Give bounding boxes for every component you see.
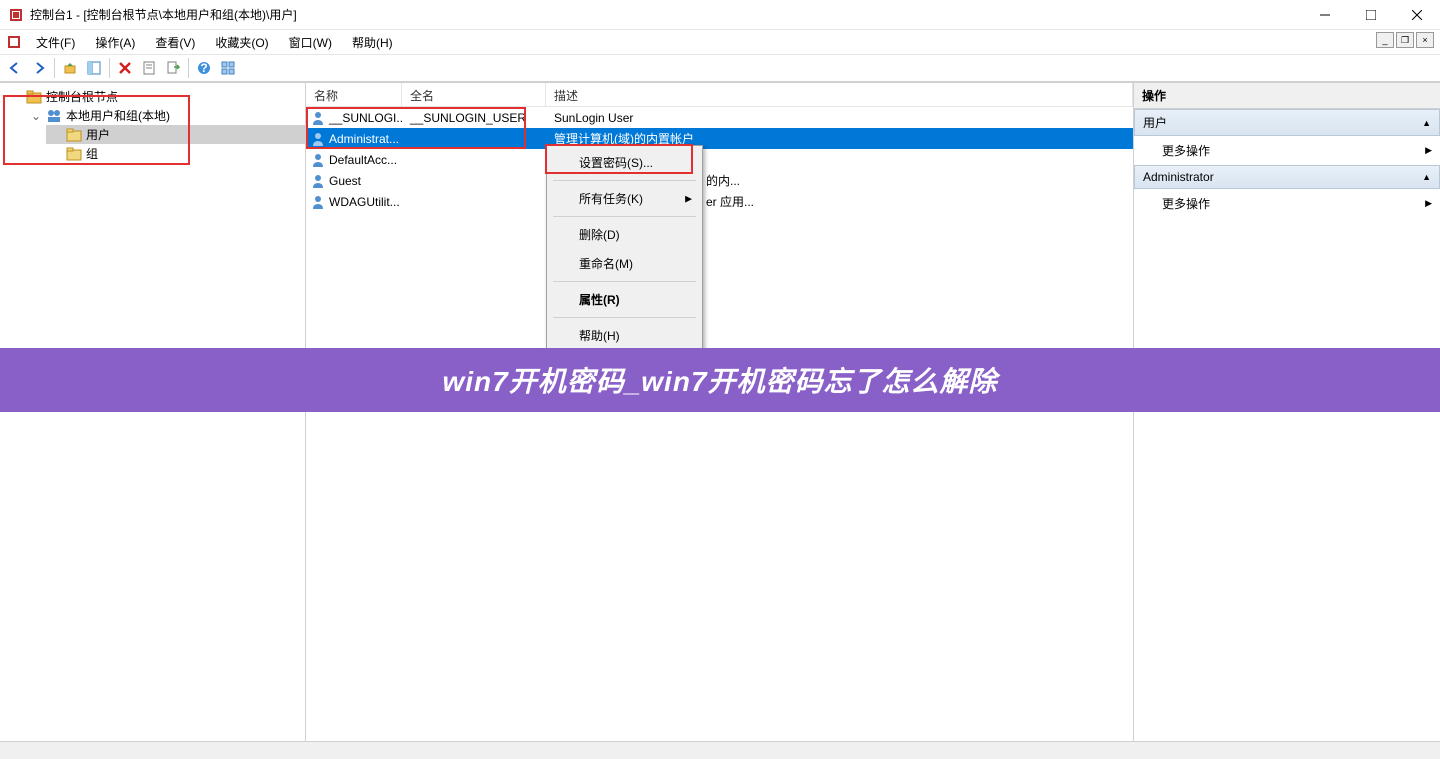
toolbar-separator	[54, 58, 55, 78]
actions-header: 操作	[1134, 83, 1440, 109]
submenu-arrow-icon: ▶	[1425, 145, 1432, 156]
maximize-button[interactable]	[1348, 0, 1394, 30]
actions-section-admin[interactable]: Administrator ▲	[1134, 165, 1440, 189]
back-button[interactable]	[4, 57, 26, 79]
menu-action[interactable]: 操作(A)	[87, 32, 143, 53]
actions-more-label: 更多操作	[1162, 142, 1210, 159]
ctx-separator	[553, 180, 696, 181]
actions-pane: 操作 用户 ▲ 更多操作 ▶ Administrator ▲ 更多操作 ▶	[1134, 83, 1440, 741]
submenu-arrow-icon: ▶	[1425, 198, 1432, 209]
toolbar-separator	[188, 58, 189, 78]
close-button[interactable]	[1394, 0, 1440, 30]
actions-admin-label: Administrator	[1143, 170, 1214, 184]
collapse-arrow-icon: ▲	[1422, 118, 1431, 128]
user-name: WDAGUtilit...	[329, 195, 400, 209]
user-fullname	[402, 179, 546, 183]
export-button[interactable]	[162, 57, 184, 79]
menu-view[interactable]: 查看(V)	[147, 32, 203, 53]
mdi-restore[interactable]: ❐	[1396, 32, 1414, 48]
user-name: Guest	[329, 174, 361, 188]
ctx-separator	[553, 281, 696, 282]
ctx-set-password[interactable]: 设置密码(S)...	[549, 148, 700, 177]
collapse-arrow-icon: ▲	[1422, 172, 1431, 182]
titlebar-text: 控制台1 - [控制台根节点\本地用户和组(本地)\用户]	[30, 6, 297, 23]
ctx-help[interactable]: 帮助(H)	[549, 321, 700, 350]
ctx-delete[interactable]: 删除(D)	[549, 220, 700, 249]
ctx-all-tasks-label: 所有任务(K)	[579, 192, 643, 206]
mdi-minimize[interactable]: _	[1376, 32, 1394, 48]
mdi-controls: _ ❐ ×	[1376, 32, 1434, 48]
col-fullname[interactable]: 全名	[402, 83, 546, 106]
up-button[interactable]	[59, 57, 81, 79]
ctx-separator	[553, 317, 696, 318]
col-description[interactable]: 描述	[546, 83, 1133, 106]
user-name: DefaultAcc...	[329, 153, 397, 167]
col-name[interactable]: 名称	[306, 83, 402, 106]
ctx-separator	[553, 216, 696, 217]
delete-button[interactable]	[114, 57, 136, 79]
actions-more-admin[interactable]: 更多操作 ▶	[1134, 189, 1440, 218]
show-hide-button[interactable]	[83, 57, 105, 79]
mmc-icon	[6, 34, 22, 50]
app-icon	[8, 7, 24, 23]
list-header: 名称 全名 描述	[306, 83, 1133, 107]
menu-help[interactable]: 帮助(H)	[344, 32, 401, 53]
mdi-close[interactable]: ×	[1416, 32, 1434, 48]
user-icon	[310, 173, 326, 189]
list-pane: 名称 全名 描述 __SUNLOGI... __SUNLOGIN_USER Su…	[306, 83, 1134, 741]
actions-more-label: 更多操作	[1162, 195, 1210, 212]
menubar: 文件(F) 操作(A) 查看(V) 收藏夹(O) 窗口(W) 帮助(H) _ ❐…	[0, 30, 1440, 54]
user-desc: SunLogin User	[546, 109, 1133, 127]
context-menu: 设置密码(S)... 所有任务(K) ▶ 删除(D) 重命名(M) 属性(R) 帮…	[546, 145, 703, 353]
minimize-button[interactable]	[1302, 0, 1348, 30]
forward-button[interactable]	[28, 57, 50, 79]
titlebar: 控制台1 - [控制台根节点\本地用户和组(本地)\用户]	[0, 0, 1440, 30]
list-row[interactable]: WDAGUtilit... er 应用...	[306, 191, 1133, 212]
user-icon	[310, 194, 326, 210]
user-fullname	[402, 158, 546, 162]
help-button[interactable]: ?	[193, 57, 215, 79]
toolbar: ?	[0, 54, 1440, 82]
ctx-all-tasks[interactable]: 所有任务(K) ▶	[549, 184, 700, 213]
ctx-properties[interactable]: 属性(R)	[549, 285, 700, 314]
submenu-arrow-icon: ▶	[685, 193, 692, 204]
tile-button[interactable]	[217, 57, 239, 79]
menu-favorites[interactable]: 收藏夹(O)	[207, 32, 276, 53]
user-icon	[310, 152, 326, 168]
list-row[interactable]: Guest 的内...	[306, 170, 1133, 191]
window-controls	[1302, 0, 1440, 30]
list-row[interactable]: DefaultAcc...	[306, 149, 1133, 170]
annotation-box	[306, 107, 526, 149]
menu-window[interactable]: 窗口(W)	[281, 32, 340, 53]
properties-button[interactable]	[138, 57, 160, 79]
overlay-banner: win7开机密码_win7开机密码忘了怎么解除	[0, 348, 1440, 412]
user-fullname	[402, 200, 546, 204]
actions-users-label: 用户	[1143, 114, 1167, 131]
toolbar-separator	[109, 58, 110, 78]
menu-file[interactable]: 文件(F)	[28, 32, 83, 53]
actions-more-users[interactable]: 更多操作 ▶	[1134, 136, 1440, 165]
statusbar	[0, 741, 1440, 759]
tree-pane: 控制台根节点 ⌄ 本地用户和组(本地) 用户	[0, 83, 306, 741]
ctx-rename[interactable]: 重命名(M)	[549, 249, 700, 278]
annotation-box	[3, 95, 190, 165]
svg-text:?: ?	[200, 61, 207, 75]
actions-section-users[interactable]: 用户 ▲	[1134, 109, 1440, 136]
